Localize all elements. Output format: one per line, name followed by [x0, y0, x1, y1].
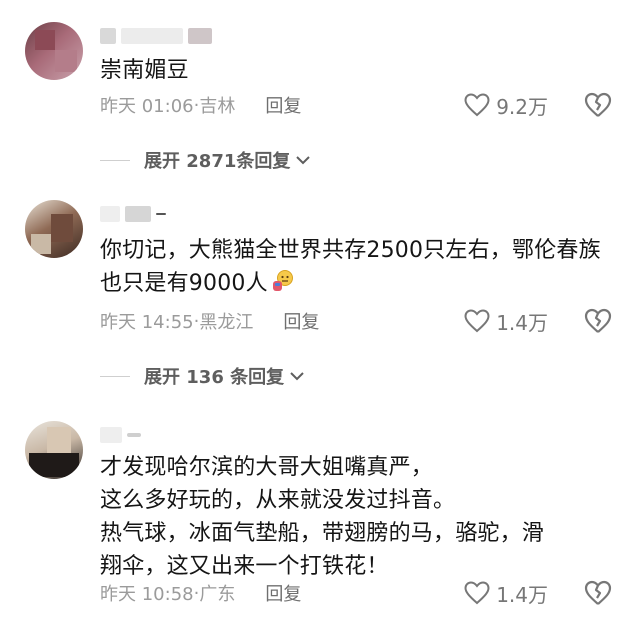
expand-replies-button[interactable]: 展开 2871条回复 — [100, 147, 312, 173]
comment-location: 广东 — [199, 584, 236, 605]
username-redacted[interactable] — [100, 26, 212, 46]
comment-text-line: 才发现哈尔滨的大哥大姐嘴真严， — [100, 455, 434, 480]
divider-line — [100, 159, 130, 161]
heart-outline-icon — [464, 93, 490, 117]
broken-heart-icon[interactable] — [584, 91, 612, 119]
heart-outline-icon — [464, 309, 490, 333]
comment-meta: 昨天 14:55 · 黑龙江 回复 — [100, 307, 319, 335]
comment-meta: 昨天 01:06 · 吉林 回复 — [100, 91, 301, 119]
comment-text: 你切记，大熊猫全世界共存2500只左右，鄂伦春族也只是有9000人 — [100, 234, 610, 300]
like-count: 9.2万 — [496, 94, 548, 119]
comment-text-line: 热气球，冰面气垫船，带翅膀的马，骆驼，滑 — [100, 521, 545, 546]
chevron-down-icon — [296, 156, 311, 165]
username-redacted[interactable] — [100, 425, 141, 445]
comment-time: 昨天 10:58 — [100, 584, 194, 605]
avatar[interactable] — [25, 200, 83, 258]
comment-text-line: 这么多好玩的，从来就没发过抖音。 — [100, 488, 456, 513]
comment-text: 才发现哈尔滨的大哥大姐嘴真严， 这么多好玩的，从来就没发过抖音。 热气球，冰面气… — [100, 451, 610, 583]
heart-outline-icon — [464, 581, 490, 605]
broken-heart-icon[interactable] — [584, 307, 612, 335]
reply-button[interactable]: 回复 — [283, 308, 319, 334]
divider-line — [100, 375, 130, 377]
comment-time: 昨天 14:55 — [100, 312, 194, 333]
comment-location: 吉林 — [199, 96, 236, 117]
reply-button[interactable]: 回复 — [265, 92, 301, 118]
comment-text: 崇南媚豆 — [100, 58, 189, 83]
expand-replies-label: 展开 2871条回复 — [144, 151, 291, 172]
expand-replies-button[interactable]: 展开 136 条回复 — [100, 363, 306, 389]
reply-button[interactable]: 回复 — [265, 580, 301, 606]
comment-time: 昨天 01:06 — [100, 96, 194, 117]
like-button[interactable]: 1.4万 — [464, 307, 548, 335]
chevron-down-icon — [290, 372, 304, 381]
expand-replies-label: 展开 136 条回复 — [144, 367, 285, 388]
broken-heart-icon[interactable] — [584, 579, 612, 607]
comment-text-body: 你切记，大熊猫全世界共存2500只左右，鄂伦春族也只是有9000人 — [100, 238, 601, 296]
username-redacted[interactable] — [100, 204, 166, 224]
speechless-emoji-icon — [272, 270, 293, 291]
like-count: 1.4万 — [496, 582, 548, 607]
like-button[interactable]: 1.4万 — [464, 579, 548, 607]
comment-meta: 昨天 10:58 · 广东 回复 — [100, 579, 301, 607]
like-count: 1.4万 — [496, 310, 548, 335]
avatar[interactable] — [25, 421, 83, 479]
avatar[interactable] — [25, 22, 83, 80]
comment-location: 黑龙江 — [199, 312, 254, 333]
like-button[interactable]: 9.2万 — [464, 91, 548, 119]
